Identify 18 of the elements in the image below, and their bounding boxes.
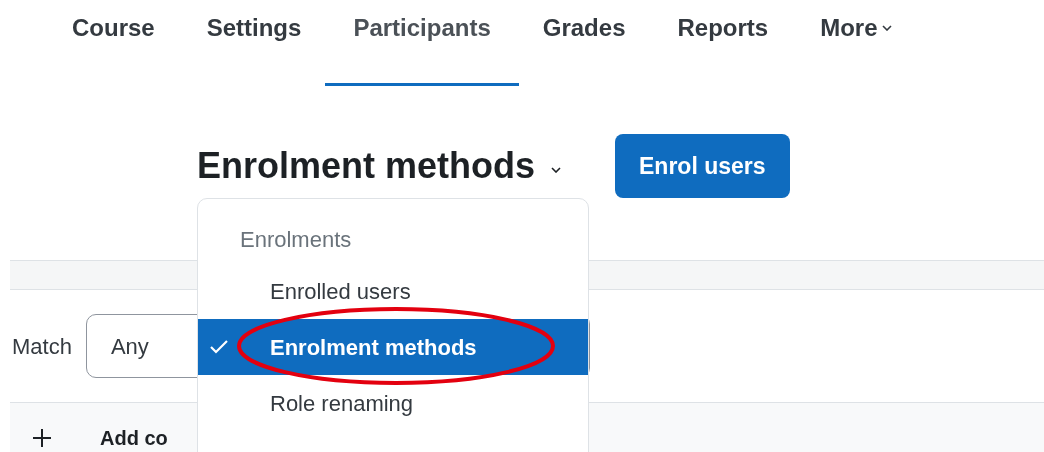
menu-header: Enrolments: [239, 226, 353, 254]
page-title[interactable]: Enrolment methods: [197, 139, 536, 193]
check-icon: [210, 340, 228, 354]
chevron-down-icon: [551, 167, 562, 173]
nav-tab[interactable]: Participants: [325, 0, 519, 86]
chevron-down-icon: [881, 25, 892, 31]
menu-item[interactable]: Role renaming: [198, 375, 588, 431]
plus-icon: [32, 427, 52, 448]
menu-item[interactable]: Enrolment methods: [198, 319, 588, 375]
add-condition-label[interactable]: Add co: [100, 422, 168, 452]
nav-tab[interactable]: Settings: [206, 0, 302, 86]
nav-tab[interactable]: Course: [72, 0, 155, 86]
nav-tab[interactable]: Grades: [542, 0, 626, 86]
enrol-users-button[interactable]: Enrol users: [615, 134, 790, 198]
nav-tab[interactable]: Reports: [677, 0, 769, 86]
nav-tab[interactable]: More: [820, 0, 892, 86]
match-label: Match: [12, 332, 72, 361]
menu-item[interactable]: Enrolled users: [198, 263, 588, 319]
